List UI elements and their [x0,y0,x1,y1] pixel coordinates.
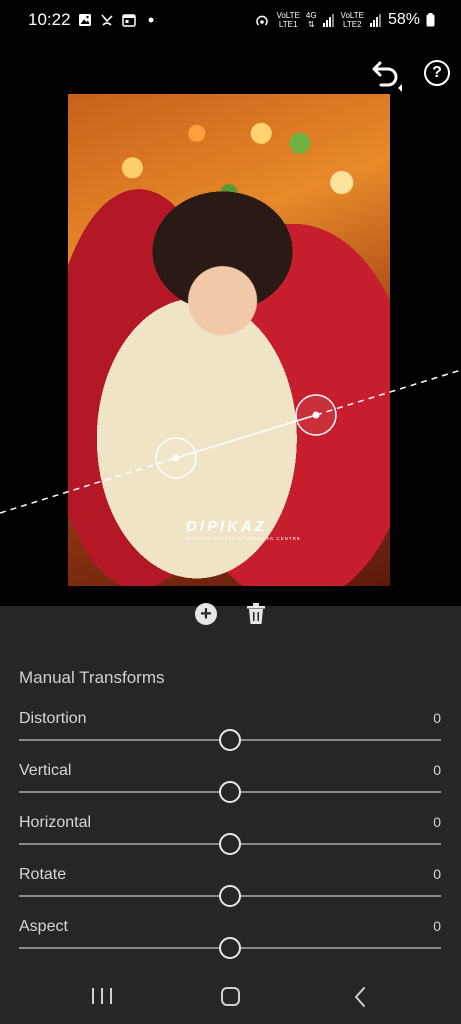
slider-value: 0 [433,710,441,726]
add-guide-button[interactable]: + [195,603,217,625]
recents-icon[interactable] [92,988,112,1004]
slider-thumb[interactable] [219,781,241,803]
net-type-label: 4G [305,11,317,20]
missed-call-icon [101,14,113,26]
hotspot-icon [256,15,269,26]
manual-transforms-panel: Manual Transforms Distortion 0 Vertical … [0,606,461,1024]
slider-label: Horizontal [19,814,92,831]
slider-value: 0 [433,918,441,934]
slider-thumb[interactable] [219,885,241,907]
home-icon[interactable] [221,987,240,1006]
status-time: 10:22 [28,10,71,29]
status-bar: 10:22 VoLTE LTE1 4G ⇅ VoLTE LTE2 58% [0,0,461,40]
help-button[interactable]: ? [424,60,450,86]
dot-icon [148,17,154,23]
calendar-icon [122,14,136,27]
slider-value: 0 [433,866,441,882]
slider-label: Rotate [19,866,67,883]
guide-line-dashed-left [0,457,177,514]
data-arrows: ⇅ [307,20,315,29]
signal-2-icon [369,14,381,27]
net2-bottom: LTE2 [342,20,362,29]
guide-line-overlay[interactable] [0,360,461,520]
status-right: VoLTE LTE1 4G ⇅ VoLTE LTE2 58% [254,9,435,31]
guide-handle-right[interactable] [295,394,337,436]
slider-rotate: Rotate 0 [19,866,443,918]
signal-icon [322,14,334,27]
slider-aspect: Aspect 0 [19,918,443,970]
slider-thumb[interactable] [219,833,241,855]
slider-distortion: Distortion 0 [19,710,443,762]
network-type: 4G ⇅ [306,11,317,29]
panel-title: Manual Transforms [19,668,165,687]
slider-label: Distortion [19,710,87,727]
slider-thumb[interactable] [219,729,241,751]
net1-bottom: LTE1 [278,20,298,29]
slider-vertical: Vertical 0 [19,762,443,814]
slider-label: Vertical [19,762,72,779]
system-nav-bar [0,968,461,1024]
slider-horizontal: Horizontal 0 [19,814,443,866]
status-left-icons [78,10,158,30]
net1-top: VoLTE [276,11,300,20]
battery-percent: 58% [387,11,420,28]
network-1: VoLTE LTE1 [276,11,299,29]
slider-label: Aspect [19,918,68,935]
net2-top: VoLTE [340,11,364,20]
gallery-icon [79,14,91,26]
guide-line-solid [175,414,317,459]
slider-thumb[interactable] [219,937,241,959]
back-icon[interactable] [352,986,368,1008]
photo-watermark: DIPIKAZ [186,518,267,535]
trash-icon[interactable] [246,603,266,625]
photo-watermark-sub: MAKEUP STUDIO & TRAINING CENTRE [186,536,301,541]
slider-value: 0 [433,762,441,778]
guide-line-dashed-right [315,369,461,416]
battery-icon [426,13,435,27]
network-2: VoLTE LTE2 [341,11,364,29]
guide-handle-left[interactable] [155,437,197,479]
slider-value: 0 [433,814,441,830]
undo-icon[interactable] [368,58,402,92]
